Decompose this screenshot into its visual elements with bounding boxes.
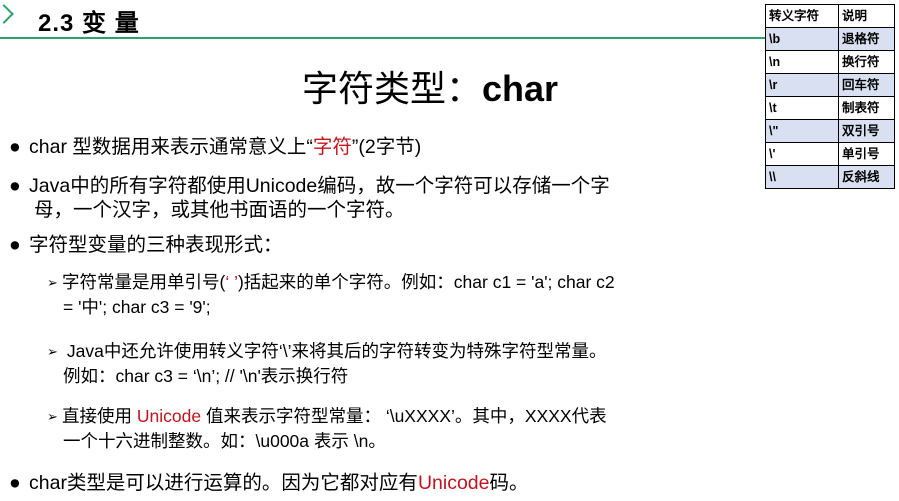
bullet-char-meaning: ● char 型数据用来表示通常意义上“字符”(2字节) xyxy=(9,136,422,158)
table-cell: 制表符 xyxy=(838,96,895,120)
bullet-char-arithmetic: ● char类型是可以进行运算的。因为它都对应有Unicode码。 xyxy=(9,472,529,494)
table-row: \" 双引号 xyxy=(765,119,895,143)
table-cell: \n xyxy=(765,50,839,74)
table-cell: \b xyxy=(765,27,839,51)
table-cell: 回车符 xyxy=(838,73,895,97)
table-header-cell: 说明 xyxy=(838,4,895,28)
slide-title-cn: 字符类型： xyxy=(301,68,482,109)
arrow-bullet-icon: ➢ xyxy=(47,275,58,290)
table-cell: \r xyxy=(765,73,839,97)
sub-bullet-char-constant: ➢ 字符常量是用单引号(‘ ’)括起来的单个字符。例如：char c1 = 'a'… xyxy=(47,272,615,317)
table-cell: 双引号 xyxy=(838,119,895,143)
table-cell: \t xyxy=(765,96,839,120)
sub-bullet-unicode-value: ➢ 直接使用 Unicode 值来表示字符型常量： ‘\uXXXX’。其中，XXX… xyxy=(47,406,607,451)
arrow-bullet-icon: ➢ xyxy=(47,409,58,424)
table-cell: 换行符 xyxy=(838,50,895,74)
arrow-bullet-icon: ➢ xyxy=(47,344,58,359)
table-cell: \" xyxy=(765,119,839,143)
bullet-unicode-encoding: ● Java中的所有字符都使用Unicode编码，故一个字符可以存储一个字 母，一… xyxy=(9,175,610,221)
table-row: \r 回车符 xyxy=(765,73,895,97)
table-cell: 退格符 xyxy=(838,27,895,51)
title-divider xyxy=(0,37,765,39)
table-cell: 反斜线 xyxy=(838,165,895,189)
slide-title: 字符类型：char xyxy=(0,60,860,112)
table-cell: \\ xyxy=(765,165,839,189)
bullet-three-forms: ● 字符型变量的三种表现形式： xyxy=(9,234,283,256)
bullet-dot-icon: ● xyxy=(9,234,21,256)
table-cell: 单引号 xyxy=(838,142,895,166)
slide-title-en: char xyxy=(481,68,559,109)
table-row: \' 单引号 xyxy=(765,142,895,166)
table-header-row: 转义字符 说明 xyxy=(765,4,895,28)
table-row: \n 换行符 xyxy=(765,50,895,74)
highlight-text: 字符 xyxy=(312,136,352,158)
bullet-dot-icon: ● xyxy=(9,136,21,158)
table-row: \\ 反斜线 xyxy=(765,165,895,189)
table-header-cell: 转义字符 xyxy=(765,4,839,28)
table-row: \b 退格符 xyxy=(765,27,895,51)
bullet-dot-icon: ● xyxy=(9,175,21,197)
table-row: \t 制表符 xyxy=(765,96,895,120)
section-arrow-icon xyxy=(0,4,14,24)
bullet-dot-icon: ● xyxy=(9,472,21,494)
highlight-text: Unicode xyxy=(417,472,490,494)
sub-bullet-escape-char: ➢ Java中还允许使用转义字符‘\’来将其后的字符转变为特殊字符型常量。 例如… xyxy=(47,341,607,386)
section-title: 2.3 变 量 xyxy=(38,10,140,37)
highlight-text: Unicode xyxy=(136,406,202,426)
table-cell: \' xyxy=(765,142,839,166)
escape-char-table: 转义字符 说明 \b 退格符 \n 换行符 \r 回车符 \t 制表符 \" 双… xyxy=(765,4,895,189)
